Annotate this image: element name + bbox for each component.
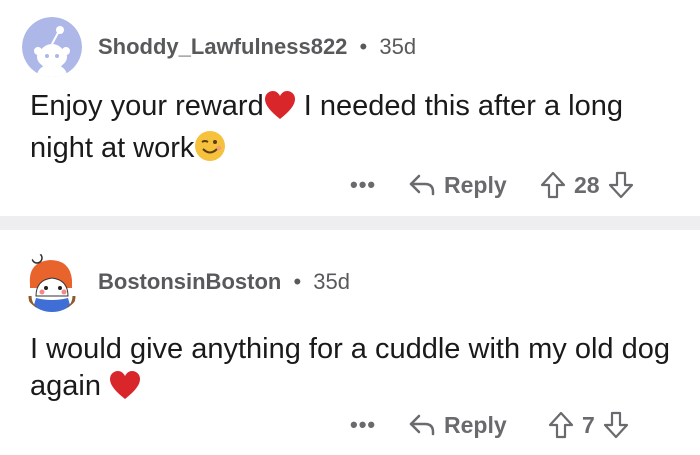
heart-emoji: [264, 90, 296, 130]
upvote-icon[interactable]: [548, 411, 574, 439]
comment-age: 35d: [379, 34, 417, 59]
comment: BostonsinBoston • 35d I would give anyth…: [0, 230, 700, 455]
comment-header: BostonsinBoston • 35d: [22, 252, 350, 312]
vote-count: 7: [582, 411, 595, 438]
comment-body: I would give anything for a cuddle with …: [30, 331, 680, 410]
reply-label: Reply: [444, 411, 507, 438]
separator-dot: •: [359, 34, 368, 59]
comment-age: 35d: [313, 269, 350, 294]
downvote-icon[interactable]: [603, 411, 629, 439]
comment-text: Enjoy your reward: [30, 90, 264, 122]
comment-meta: Shoddy_Lawfulness822 • 35d: [98, 34, 416, 60]
vote-control: 28: [540, 165, 634, 205]
reply-arrow-icon: [409, 414, 435, 436]
heart-emoji: [109, 370, 141, 410]
upvote-icon[interactable]: [540, 171, 566, 199]
comment-body: Enjoy your reward I needed this after a …: [30, 88, 680, 172]
vote-count: 28: [574, 171, 600, 198]
more-options-button[interactable]: •••: [350, 165, 376, 205]
reply-button[interactable]: Reply: [408, 405, 507, 445]
wink-emoji: [194, 130, 226, 172]
more-options-button[interactable]: •••: [350, 405, 376, 445]
vote-control: 7: [548, 405, 629, 445]
comment-divider: [0, 216, 700, 230]
reply-arrow-icon: [409, 174, 435, 196]
downvote-icon[interactable]: [608, 171, 634, 199]
separator-dot: •: [293, 269, 302, 294]
reply-label: Reply: [444, 171, 507, 198]
username[interactable]: Shoddy_Lawfulness822: [98, 34, 347, 59]
comment: Shoddy_Lawfulness822 • 35d Enjoy your re…: [0, 0, 700, 216]
comment-header: Shoddy_Lawfulness822 • 35d: [22, 17, 416, 77]
comment-meta: BostonsinBoston • 35d: [98, 269, 350, 295]
username[interactable]: BostonsinBoston: [98, 269, 281, 294]
avatar[interactable]: [22, 17, 82, 77]
avatar[interactable]: [22, 252, 82, 312]
reply-button[interactable]: Reply: [408, 165, 507, 205]
